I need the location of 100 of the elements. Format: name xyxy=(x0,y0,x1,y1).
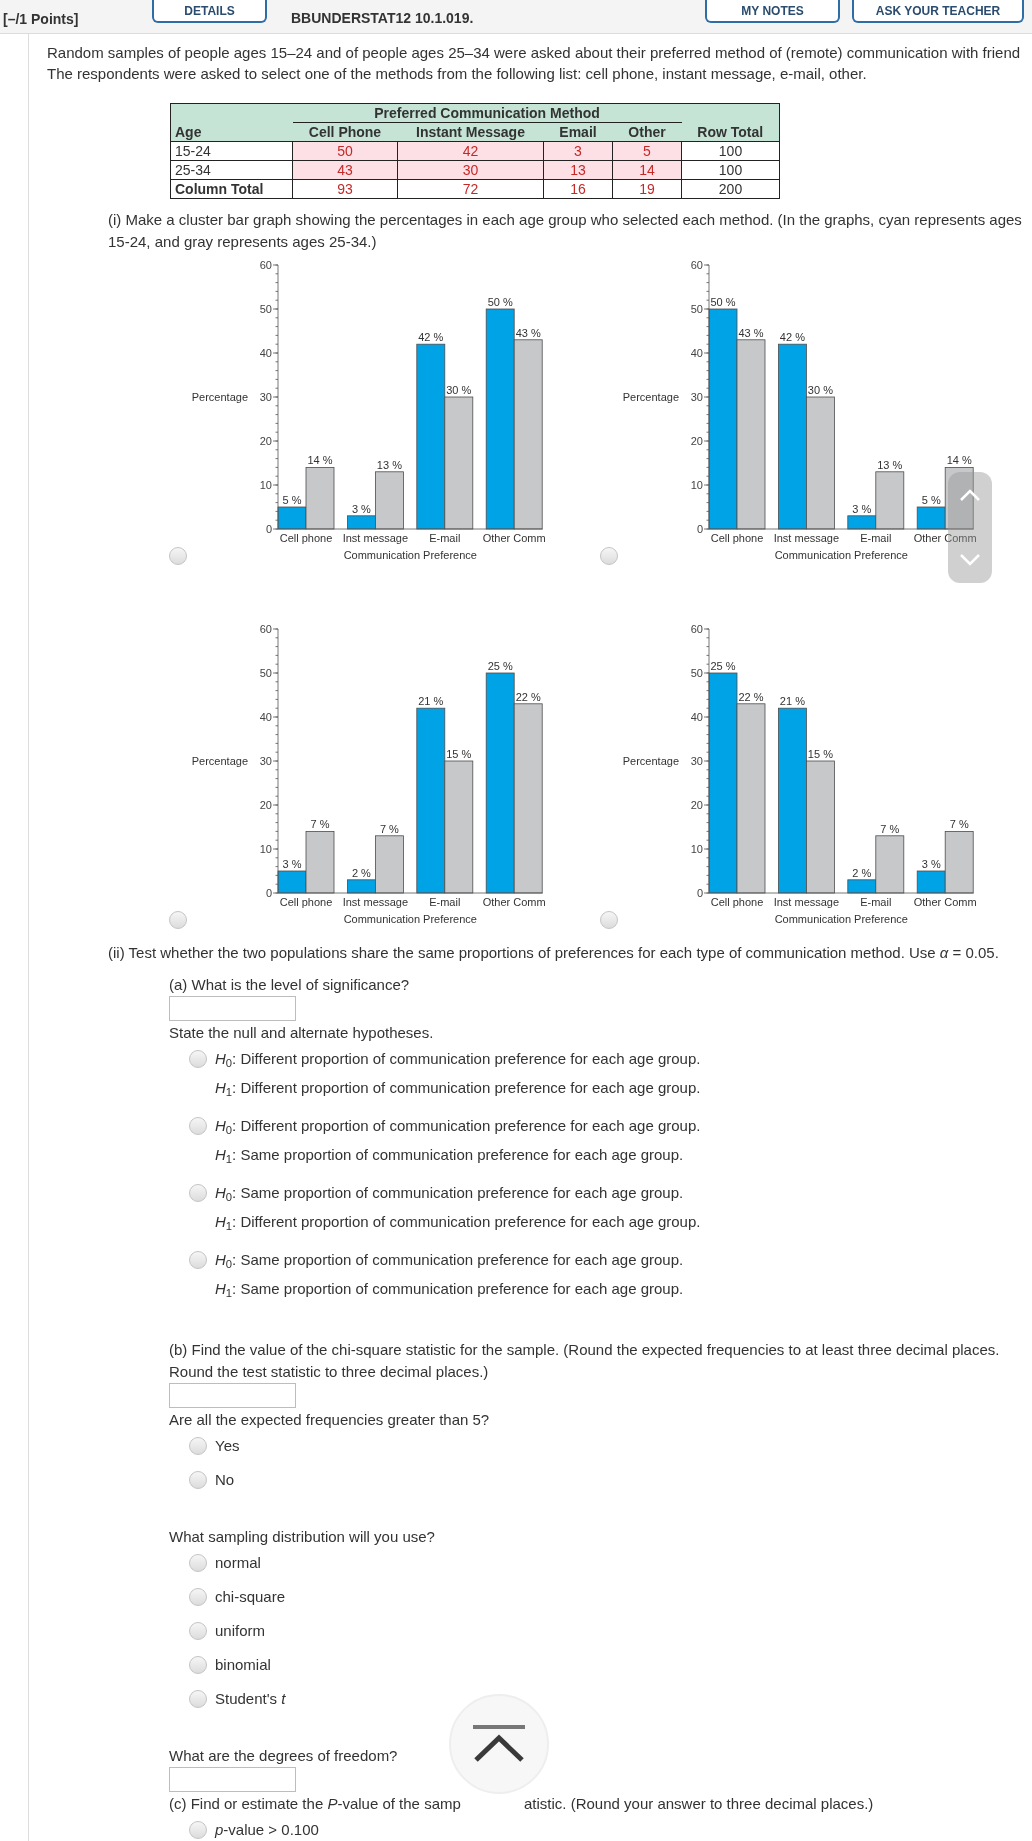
group-header: Preferred Communication Method xyxy=(292,103,682,123)
tick-label: 0 xyxy=(696,887,703,899)
value-label: 7 % xyxy=(379,822,399,835)
category-label: Cell phone xyxy=(710,532,764,544)
value-label: 21 % xyxy=(418,695,444,708)
prompt-text: What sampling distribution will you use? xyxy=(169,1527,435,1547)
tick-label: 40 xyxy=(690,711,703,723)
axis-title: Communication Preference xyxy=(343,913,477,925)
tick-label: 0 xyxy=(265,523,272,535)
question-text: (ii) Test whether the two populations share the same proportions of preferences for each type of communication method. Use α = 0.05. xyxy=(108,943,999,963)
radio-button[interactable] xyxy=(189,1050,207,1068)
radio-button[interactable] xyxy=(189,1437,207,1455)
prompt-text: (b) Find the value of the chi-square statistic for the sample. (Round the expected frequencies to at least three decimal places. Round the test statistic to three decimal places.) xyxy=(169,1340,1000,1382)
value-label: 3 % xyxy=(282,858,302,870)
tick-label: 60 xyxy=(259,623,272,635)
table-cell: 50 xyxy=(292,141,398,161)
radio-button[interactable] xyxy=(189,1588,207,1606)
value-label: 13 % xyxy=(376,458,402,471)
tick-label: 10 xyxy=(259,843,272,855)
value-label: 43 % xyxy=(738,326,764,339)
value-label: 7 % xyxy=(880,822,900,835)
radio-button[interactable] xyxy=(189,1821,207,1839)
tick-label: 40 xyxy=(259,347,272,359)
radio-button[interactable] xyxy=(189,1656,207,1674)
tick-label: 0 xyxy=(265,887,272,899)
notes-button[interactable]: MY NOTES xyxy=(705,0,840,23)
category-label: E-mail xyxy=(860,896,892,908)
value-label: 50 % xyxy=(710,296,736,308)
table-cell: 5 xyxy=(612,141,682,161)
value-label: 30 % xyxy=(446,384,472,396)
table-cell: 25-34 xyxy=(170,160,293,180)
option-label: p-value > 0.100 xyxy=(215,1820,319,1840)
option-label: Yes xyxy=(215,1436,240,1456)
answer-field[interactable] xyxy=(169,1767,296,1792)
radio-button[interactable] xyxy=(189,1251,207,1269)
table-cell: 100 xyxy=(681,141,780,161)
option-label: binomial xyxy=(215,1655,271,1675)
prompt-text: What are the degrees of freedom? xyxy=(169,1746,398,1766)
radio-button[interactable] xyxy=(169,911,187,929)
option-label: H$_{0}$: Same proportion of communication preference for each age group. xyxy=(215,1250,684,1272)
tick-label: 40 xyxy=(259,711,272,723)
axis-title: Percentage xyxy=(191,755,248,767)
radio-button[interactable] xyxy=(189,1554,207,1572)
radio-button[interactable] xyxy=(189,1471,207,1489)
radio-button[interactable] xyxy=(169,547,187,565)
tick-label: 20 xyxy=(259,799,272,811)
value-label: 21 % xyxy=(779,695,805,708)
category-label: Cell phone xyxy=(279,532,333,544)
value-label: 30 % xyxy=(807,384,833,396)
value-label: 42 % xyxy=(779,331,805,344)
table-cell: 42 xyxy=(397,141,544,161)
category-label: E-mail xyxy=(429,532,461,544)
scroll-down-button[interactable] xyxy=(959,553,981,567)
value-label: 25 % xyxy=(487,660,513,672)
radio-button[interactable] xyxy=(189,1117,207,1135)
tick-label: 30 xyxy=(259,755,272,767)
option-label: H$_{0}$: Different proportion of communication preference for each age group. xyxy=(215,1116,701,1138)
axis-title: Communication Preference xyxy=(343,549,477,561)
value-label: 7 % xyxy=(949,818,969,831)
option-label: No xyxy=(215,1470,235,1490)
radio-button[interactable] xyxy=(600,547,618,565)
value-label: 2 % xyxy=(351,866,371,879)
value-label: 50 % xyxy=(487,296,513,308)
answer-field[interactable] xyxy=(169,1383,296,1408)
option-label: H$_{1}$: Same proportion of communication preference for each age group. xyxy=(215,1279,684,1301)
tick-label: 0 xyxy=(696,523,703,535)
value-label: 22 % xyxy=(515,690,541,703)
value-label: 5 % xyxy=(921,494,941,506)
option-label: H$_{1}$: Different proportion of communication preference for each age group. xyxy=(215,1212,701,1234)
tick-label: 10 xyxy=(259,479,272,491)
category-label: E-mail xyxy=(860,532,892,544)
prompt-text: (a) What is the level of significance? xyxy=(169,975,410,995)
ask-teacher-button[interactable]: ASK YOUR TEACHER xyxy=(852,0,1024,23)
tick-label: 50 xyxy=(259,667,272,679)
radio-button[interactable] xyxy=(189,1622,207,1640)
axis-title: Percentage xyxy=(622,391,679,403)
option-label: normal xyxy=(215,1553,261,1573)
points-label: [–/1 Points] xyxy=(3,11,79,27)
tick-label: 30 xyxy=(690,391,703,403)
radio-button[interactable] xyxy=(189,1690,207,1708)
value-label: 15 % xyxy=(446,748,472,760)
value-label: 25 % xyxy=(710,660,736,672)
scroll-up-button[interactable] xyxy=(959,488,981,502)
category-label: Cell phone xyxy=(710,896,764,908)
radio-button[interactable] xyxy=(600,911,618,929)
tick-label: 30 xyxy=(690,755,703,767)
details-button[interactable]: DETAILS xyxy=(152,0,267,23)
answer-field[interactable] xyxy=(169,996,296,1021)
category-label: Other Comm xyxy=(482,532,546,544)
tick-label: 40 xyxy=(690,347,703,359)
category-label: Cell phone xyxy=(279,896,333,908)
option-label: chi-square xyxy=(215,1587,286,1607)
column-header: Row Total xyxy=(681,103,780,142)
option-label: H$_{0}$: Same proportion of communication preference for each age group. xyxy=(215,1183,684,1205)
tick-label: 60 xyxy=(690,623,703,635)
chevron-down-icon xyxy=(959,553,981,567)
category-label: E-mail xyxy=(429,896,461,908)
radio-button[interactable] xyxy=(189,1184,207,1202)
axis-title: Communication Preference xyxy=(774,913,908,925)
prompt-text: atistic. (Round your answer to three decimal places.) xyxy=(524,1795,874,1812)
